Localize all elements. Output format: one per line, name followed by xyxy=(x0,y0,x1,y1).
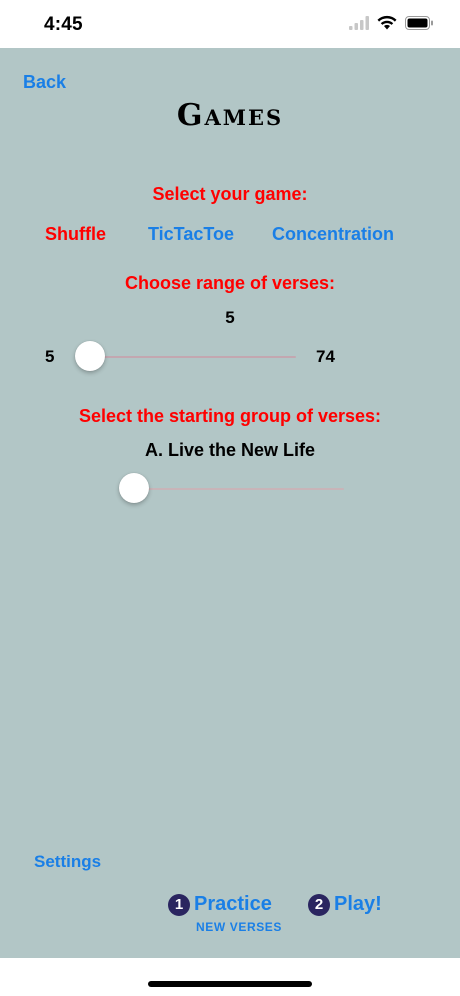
range-select-label: Choose range of verses: xyxy=(124,273,336,293)
group-slider-thumb[interactable] xyxy=(119,473,149,503)
range-max-label: 74 xyxy=(316,347,335,366)
practice-button[interactable]: 1 Practice xyxy=(168,893,272,916)
page-title: Games xyxy=(176,98,284,133)
home-indicator[interactable] xyxy=(148,981,312,987)
game-option-concentration[interactable]: Concentration xyxy=(272,224,394,245)
range-min-label: 5 xyxy=(45,347,55,366)
play-label: Play! xyxy=(334,893,382,915)
game-option-shuffle[interactable]: Shuffle xyxy=(45,224,106,245)
practice-label: Practice xyxy=(194,893,272,915)
signal-icon xyxy=(349,15,369,35)
current-group-name: A. Live the New Life xyxy=(144,440,316,460)
back-button[interactable]: Back xyxy=(23,72,66,93)
status-bar: 4:45 xyxy=(0,0,460,48)
new-verses-label: NEW VERSES xyxy=(196,920,283,934)
number-two-badge: 2 xyxy=(308,893,330,916)
main-content: Back Games Select your game: Shuffle Tic… xyxy=(0,48,460,958)
status-icons xyxy=(349,15,434,35)
wifi-icon xyxy=(377,15,397,35)
game-options: Shuffle TicTacToe Concentration xyxy=(0,224,460,248)
game-option-tictactoe[interactable]: TicTacToe xyxy=(148,224,234,245)
game-select-label: Select your game: xyxy=(152,184,308,204)
battery-icon xyxy=(405,15,434,35)
settings-button[interactable]: Settings xyxy=(34,852,101,872)
group-slider-track[interactable] xyxy=(134,488,344,490)
home-indicator-area xyxy=(0,958,460,996)
number-one-badge: 1 xyxy=(168,893,190,916)
play-button[interactable]: 2 Play! xyxy=(308,893,382,916)
group-select-label: Select the starting group of verses: xyxy=(78,406,382,426)
range-slider-track[interactable] xyxy=(90,356,296,358)
range-slider-thumb[interactable] xyxy=(75,341,105,371)
status-time: 4:45 xyxy=(44,14,83,35)
range-current-value: 5 xyxy=(225,308,235,327)
